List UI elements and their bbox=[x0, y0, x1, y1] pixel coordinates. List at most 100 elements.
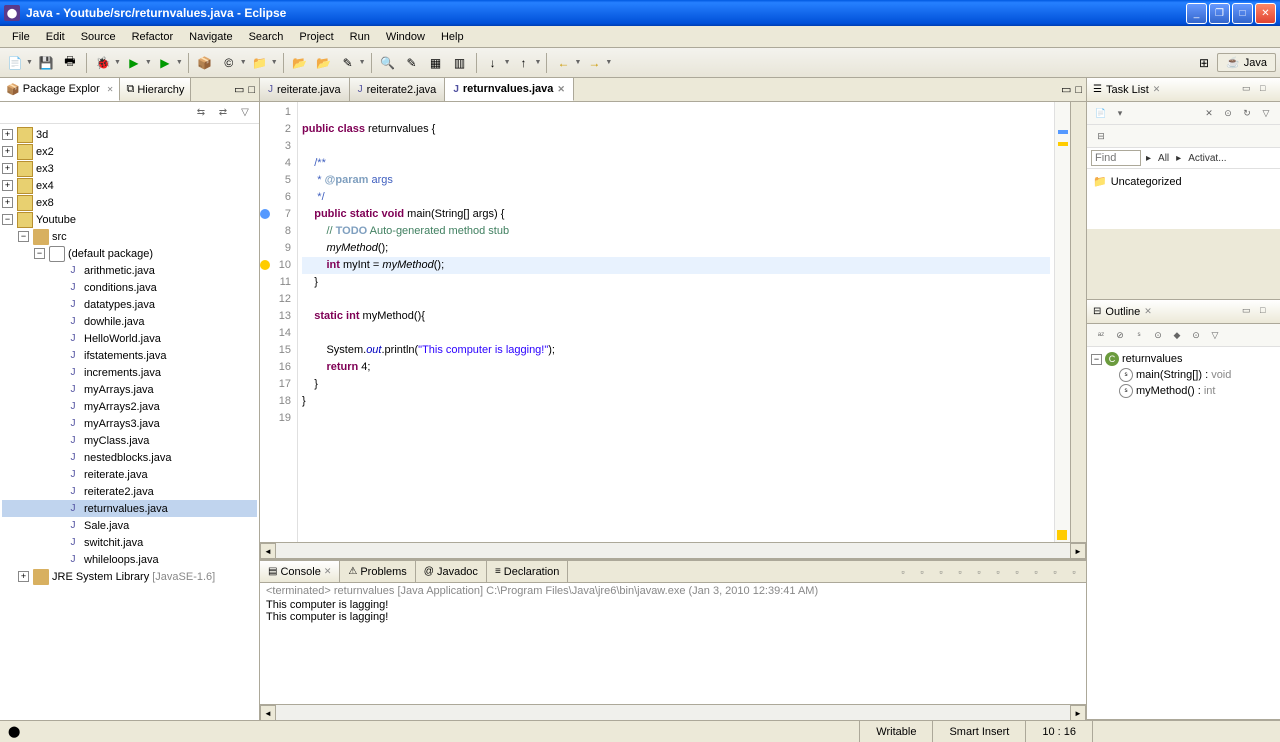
tree-item[interactable]: Jdowhile.java bbox=[2, 313, 257, 330]
menu-file[interactable]: File bbox=[4, 29, 38, 45]
run-last-button[interactable]: ▶ bbox=[154, 52, 176, 74]
menu-refactor[interactable]: Refactor bbox=[124, 29, 182, 45]
outline-class[interactable]: −Creturnvalues bbox=[1091, 351, 1276, 367]
terminate-button[interactable]: ▫ bbox=[895, 564, 911, 580]
open-perspective-button[interactable]: ⊞ bbox=[1193, 52, 1215, 74]
tree-item[interactable]: Jdatatypes.java bbox=[2, 296, 257, 313]
tree-item[interactable]: JSale.java bbox=[2, 517, 257, 534]
package-tree[interactable]: +3d+ex2+ex3+ex4+ex8−Youtube−src−(default… bbox=[0, 124, 259, 720]
menu-help[interactable]: Help bbox=[433, 29, 472, 45]
tree-item[interactable]: −Youtube bbox=[2, 211, 257, 228]
tree-item[interactable]: Jreiterate2.java bbox=[2, 483, 257, 500]
save-button[interactable]: 💾 bbox=[35, 52, 57, 74]
tree-item[interactable]: +ex2 bbox=[2, 143, 257, 160]
expand-toggle[interactable]: + bbox=[2, 163, 13, 174]
java-perspective[interactable]: ☕ Java bbox=[1217, 53, 1276, 72]
expand-toggle[interactable]: − bbox=[2, 214, 13, 225]
minimize-view-button[interactable]: ▭ bbox=[1242, 83, 1256, 97]
outline-method[interactable]: ˢmain(String[]) : void bbox=[1091, 367, 1276, 383]
menu-source[interactable]: Source bbox=[73, 29, 124, 45]
tree-item[interactable]: JHelloWorld.java bbox=[2, 330, 257, 347]
close-button[interactable]: ✕ bbox=[1255, 3, 1276, 24]
console-tab[interactable]: ▤Console✕ bbox=[260, 561, 340, 582]
expand-toggle[interactable]: − bbox=[18, 231, 29, 242]
collapse-button[interactable]: ⊟ bbox=[1093, 128, 1109, 144]
new-task-button[interactable]: 📄 bbox=[1093, 105, 1109, 121]
minimize-view-button[interactable]: ▭ bbox=[234, 83, 244, 96]
categorize-button[interactable]: ▾ bbox=[1112, 105, 1128, 121]
tree-item[interactable]: +ex8 bbox=[2, 194, 257, 211]
editor-vscroll[interactable] bbox=[1070, 102, 1086, 542]
collapse-all-button[interactable]: ⇆ bbox=[193, 105, 209, 121]
toggle-button[interactable]: ▥ bbox=[449, 52, 471, 74]
back-button[interactable]: ← bbox=[552, 52, 574, 74]
tree-item[interactable]: JmyClass.java bbox=[2, 432, 257, 449]
tree-item[interactable]: Jreturnvalues.java bbox=[2, 500, 257, 517]
outline-method[interactable]: ˢmyMethod() : int bbox=[1091, 383, 1276, 399]
maximize-button[interactable]: □ bbox=[1232, 3, 1253, 24]
clear-button[interactable]: ▫ bbox=[952, 564, 968, 580]
tree-item[interactable]: +JRE System Library [JavaSE-1.6] bbox=[2, 568, 257, 585]
min-button[interactable]: ▫ bbox=[1047, 564, 1063, 580]
hide-local-button[interactable]: ◆ bbox=[1169, 327, 1185, 343]
tree-item[interactable]: +ex3 bbox=[2, 160, 257, 177]
menu-run[interactable]: Run bbox=[342, 29, 378, 45]
maximize-view-button[interactable]: □ bbox=[1260, 305, 1274, 319]
javadoc-tab[interactable]: @Javadoc bbox=[416, 561, 487, 582]
restore-button[interactable]: ❐ bbox=[1209, 3, 1230, 24]
menu-project[interactable]: Project bbox=[291, 29, 341, 45]
package-explorer-tab[interactable]: 📦 Package Explor ✕ bbox=[0, 78, 120, 101]
console-output[interactable]: This computer is lagging!This computer i… bbox=[260, 599, 1086, 704]
tree-item[interactable]: Jnestedblocks.java bbox=[2, 449, 257, 466]
expand-toggle[interactable]: + bbox=[18, 571, 29, 582]
hide-static-button[interactable]: ˢ bbox=[1131, 327, 1147, 343]
hierarchy-tab[interactable]: ⧉ Hierarchy bbox=[120, 78, 191, 101]
tree-item[interactable]: +3d bbox=[2, 126, 257, 143]
find-next-button[interactable]: ▸ bbox=[1174, 153, 1183, 164]
view-menu-button[interactable]: ▽ bbox=[237, 105, 253, 121]
maximize-view-button[interactable]: □ bbox=[1075, 84, 1082, 96]
focus-button[interactable]: ⊙ bbox=[1188, 327, 1204, 343]
find-input[interactable] bbox=[1091, 150, 1141, 166]
new-folder-button[interactable]: 📁 bbox=[249, 52, 271, 74]
annotation-button[interactable]: ✎ bbox=[401, 52, 423, 74]
wand-button[interactable]: ✎ bbox=[337, 52, 359, 74]
tree-item[interactable]: JmyArrays3.java bbox=[2, 415, 257, 432]
minimize-button[interactable]: _ bbox=[1186, 3, 1207, 24]
expand-toggle[interactable]: − bbox=[34, 248, 45, 259]
max-button[interactable]: ▫ bbox=[1066, 564, 1082, 580]
menu-edit[interactable]: Edit bbox=[38, 29, 73, 45]
editor-tab[interactable]: Jreiterate.java bbox=[260, 78, 350, 101]
tree-item[interactable]: Jconditions.java bbox=[2, 279, 257, 296]
remove-all-button[interactable]: ▫ bbox=[933, 564, 949, 580]
expand-toggle[interactable]: + bbox=[2, 180, 13, 191]
close-icon[interactable]: ✕ bbox=[107, 85, 114, 94]
minimize-view-button[interactable]: ▭ bbox=[1242, 305, 1256, 319]
tree-item[interactable]: Jswitchit.java bbox=[2, 534, 257, 551]
prev-annotation-button[interactable]: ↑ bbox=[513, 52, 535, 74]
tree-item[interactable]: Jreiterate.java bbox=[2, 466, 257, 483]
mark-button[interactable]: ▦ bbox=[425, 52, 447, 74]
new-button[interactable]: 📄 bbox=[4, 52, 26, 74]
menu-navigate[interactable]: Navigate bbox=[181, 29, 240, 45]
hide-fields-button[interactable]: ⊘ bbox=[1112, 327, 1128, 343]
editor-tab[interactable]: Jreiterate2.java bbox=[350, 78, 446, 101]
declaration-tab[interactable]: ≡Declaration bbox=[487, 561, 568, 582]
console-hscroll[interactable]: ◄► bbox=[260, 704, 1086, 720]
new-class-button[interactable]: © bbox=[218, 52, 240, 74]
line-gutter[interactable]: 12345678910111213141516171819 bbox=[260, 102, 298, 542]
remove-launch-button[interactable]: ▫ bbox=[914, 564, 930, 580]
forward-button[interactable]: → bbox=[583, 52, 605, 74]
close-icon[interactable]: ✕ bbox=[1153, 84, 1161, 95]
link-editor-button[interactable]: ⇄ bbox=[215, 105, 231, 121]
tree-item[interactable]: Jarithmetic.java bbox=[2, 262, 257, 279]
tree-item[interactable]: Jifstatements.java bbox=[2, 347, 257, 364]
next-annotation-button[interactable]: ↓ bbox=[482, 52, 504, 74]
editor-hscroll[interactable]: ◄► bbox=[260, 542, 1086, 558]
menu-window[interactable]: Window bbox=[378, 29, 433, 45]
sync-button[interactable]: ↻ bbox=[1239, 105, 1255, 121]
code-area[interactable]: public class returnvalues { /** * @param… bbox=[298, 102, 1054, 542]
outline-tree[interactable]: −Creturnvaluesˢmain(String[]) : voidˢmyM… bbox=[1087, 347, 1280, 719]
close-icon[interactable]: ✕ bbox=[557, 84, 565, 95]
close-icon[interactable]: ✕ bbox=[324, 566, 332, 577]
